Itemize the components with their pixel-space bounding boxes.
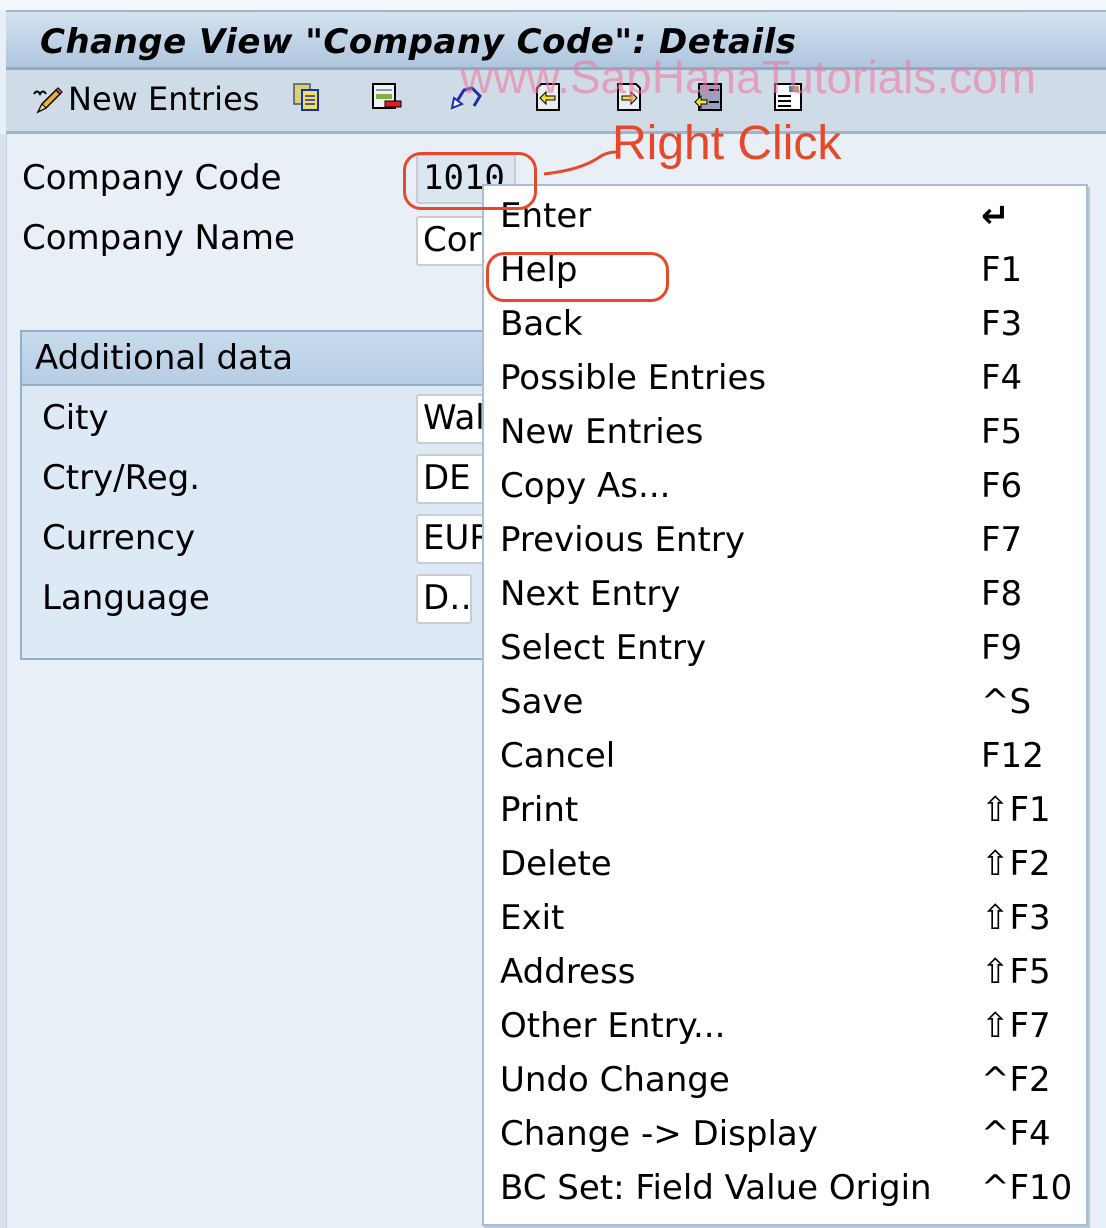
delete-icon[interactable] xyxy=(371,82,402,112)
menu-item-label: Copy As... xyxy=(500,466,671,506)
context-menu-item[interactable]: Undo Change ^F2 xyxy=(484,1054,1086,1108)
language-input[interactable]: D… xyxy=(416,574,472,624)
context-menu-item[interactable]: Previous Entry F7 xyxy=(484,514,1086,568)
currency-input[interactable]: EUR xyxy=(416,514,486,564)
previous-entry-icon[interactable] xyxy=(535,82,565,112)
page-title: Change View "Company Code": Details xyxy=(40,22,797,62)
menu-item-shortcut: ⇧F5 xyxy=(981,952,1051,992)
group-header: Additional data xyxy=(22,332,488,386)
group-title: Additional data xyxy=(35,338,294,378)
context-menu-item[interactable]: Enter ↵ xyxy=(484,190,1086,244)
context-menu-item[interactable]: Possible Entries F4 xyxy=(484,352,1086,406)
context-menu-item[interactable]: BC Set: Field Value Origin ^F10 xyxy=(484,1162,1086,1216)
application-toolbar: New Entries xyxy=(6,70,1106,134)
enter-key-icon: ↵ xyxy=(981,196,1010,236)
menu-item-label: Address xyxy=(500,952,636,992)
menu-item-label: Previous Entry xyxy=(500,520,745,560)
menu-item-shortcut: F12 xyxy=(981,736,1044,776)
menu-item-label: Exit xyxy=(500,898,565,938)
title-bar: Change View "Company Code": Details xyxy=(6,10,1106,70)
city-input[interactable]: Wal xyxy=(416,394,486,444)
context-menu-item[interactable]: Change -> Display ^F4 xyxy=(484,1108,1086,1162)
menu-item-shortcut: ^S xyxy=(981,682,1032,722)
context-menu-item[interactable]: Help F1 xyxy=(484,244,1086,298)
context-menu-item[interactable]: New Entries F5 xyxy=(484,406,1086,460)
other-entry-icon[interactable] xyxy=(693,82,723,112)
country-region-label: Ctry/Reg. xyxy=(42,458,201,498)
menu-item-shortcut: F6 xyxy=(981,466,1023,506)
context-menu-item[interactable]: Address ⇧F5 xyxy=(484,946,1086,1000)
menu-item-label: BC Set: Field Value Origin xyxy=(500,1168,932,1208)
context-menu-item[interactable]: Select Entry F9 xyxy=(484,622,1086,676)
menu-item-label: Help xyxy=(500,250,578,290)
menu-item-label: Delete xyxy=(500,844,612,884)
new-entries-label: New Entries xyxy=(68,80,260,118)
menu-item-label: Next Entry xyxy=(500,574,681,614)
language-label: Language xyxy=(42,578,210,618)
context-menu: Enter ↵ Help F1 Back F3 Possible Entries F4 New … xyxy=(482,184,1088,1226)
menu-item-label: Undo Change xyxy=(500,1060,730,1100)
menu-item-shortcut: ^F2 xyxy=(981,1060,1051,1100)
menu-item-label: Print xyxy=(500,790,579,830)
context-menu-item[interactable]: Exit ⇧F3 xyxy=(484,892,1086,946)
undo-change-icon[interactable] xyxy=(450,82,483,112)
context-menu-item[interactable]: Save ^S xyxy=(484,676,1086,730)
currency-label: Currency xyxy=(42,518,196,558)
menu-item-shortcut: F4 xyxy=(981,358,1023,398)
context-menu-item[interactable]: Other Entry... ⇧F7 xyxy=(484,1000,1086,1054)
company-name-input[interactable]: Cor xyxy=(416,216,486,266)
company-name-label: Company Name xyxy=(22,218,295,258)
menu-item-shortcut: F1 xyxy=(981,250,1023,290)
menu-item-label: Select Entry xyxy=(500,628,707,668)
menu-item-shortcut: F7 xyxy=(981,520,1023,560)
menu-item-shortcut: F3 xyxy=(981,304,1023,344)
next-entry-icon[interactable] xyxy=(616,82,646,112)
menu-item-label: Change -> Display xyxy=(500,1114,818,1154)
right-click-callout: Right Click xyxy=(612,117,842,170)
menu-item-label: Other Entry... xyxy=(500,1006,726,1046)
menu-item-label: New Entries xyxy=(500,412,704,452)
city-label: City xyxy=(42,398,109,438)
context-menu-item[interactable]: Back F3 xyxy=(484,298,1086,352)
menu-item-label: Back xyxy=(500,304,583,344)
left-border xyxy=(0,134,7,1228)
menu-item-label: Save xyxy=(500,682,584,722)
new-entries-button[interactable]: New Entries xyxy=(30,80,260,118)
context-menu-item[interactable]: Next Entry F8 xyxy=(484,568,1086,622)
callout-connector xyxy=(543,150,617,176)
menu-item-shortcut: ⇧F3 xyxy=(981,898,1051,938)
menu-item-shortcut: F8 xyxy=(981,574,1023,614)
menu-item-shortcut: ⇧F2 xyxy=(981,844,1051,884)
menu-item-shortcut: ^F10 xyxy=(981,1168,1073,1208)
menu-item-shortcut: F9 xyxy=(981,628,1023,668)
menu-item-label: Cancel xyxy=(500,736,616,776)
menu-item-shortcut: F5 xyxy=(981,412,1023,452)
menu-item-shortcut: ⇧F7 xyxy=(981,1006,1051,1046)
copy-as-icon[interactable] xyxy=(292,82,322,112)
menu-item-shortcut: ^F4 xyxy=(981,1114,1051,1154)
menu-item-label: Enter xyxy=(500,196,592,236)
context-menu-item[interactable]: Delete ⇧F2 xyxy=(484,838,1086,892)
country-region-input[interactable]: DE xyxy=(416,454,486,504)
context-menu-item[interactable]: Print ⇧F1 xyxy=(484,784,1086,838)
context-menu-item[interactable]: Copy As... F6 xyxy=(484,460,1086,514)
company-code-label: Company Code xyxy=(22,158,282,198)
select-all-icon[interactable] xyxy=(773,82,803,112)
context-menu-item[interactable]: Cancel F12 xyxy=(484,730,1086,784)
pencil-icon xyxy=(30,84,63,114)
menu-item-label: Possible Entries xyxy=(500,358,767,398)
top-strip xyxy=(0,0,1106,10)
menu-item-shortcut: ⇧F1 xyxy=(981,790,1051,830)
